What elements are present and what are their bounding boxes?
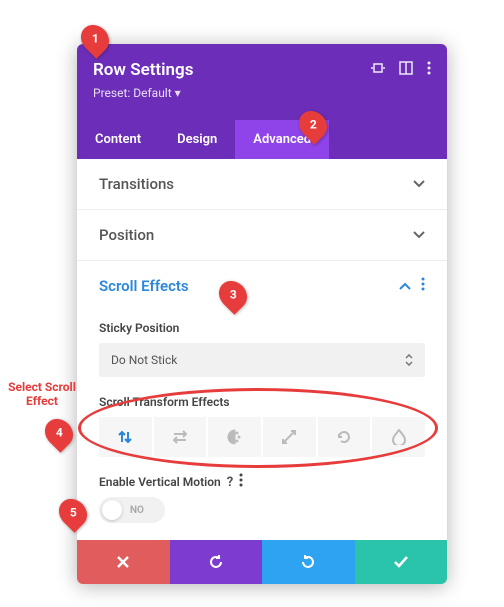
accordion-title: Transitions: [99, 175, 174, 193]
accordion-transitions: Transitions: [77, 159, 447, 210]
undo-button[interactable]: [170, 540, 263, 584]
label-sticky-position: Sticky Position: [99, 321, 425, 335]
annotation-label: Select Scroll Effect: [4, 380, 80, 409]
expand-icon[interactable]: [371, 61, 385, 79]
field-menu-icon[interactable]: [239, 473, 243, 491]
toggle-label: NO: [130, 505, 144, 516]
menu-dots-icon[interactable]: [427, 61, 431, 79]
layout-icon[interactable]: [399, 61, 413, 79]
accordion-scroll-effects: Scroll Effects Sticky Position Do Not St…: [77, 261, 447, 540]
tab-design[interactable]: Design: [159, 120, 235, 159]
tab-content[interactable]: Content: [77, 120, 159, 159]
label-transform-effects: Scroll Transform Effects: [99, 395, 425, 409]
chevron-up-icon: [399, 279, 411, 293]
enable-vertical-toggle[interactable]: NO: [99, 497, 165, 523]
panel-footer: [77, 540, 447, 584]
accordion-body: Sticky Position Do Not Stick Scroll Tran…: [77, 321, 447, 540]
accordion-head-scroll-effects[interactable]: Scroll Effects: [77, 261, 447, 311]
accordion-title: Scroll Effects: [99, 277, 189, 295]
help-icon[interactable]: ?: [227, 475, 233, 490]
panel-header: Row Settings Preset: Default ▾: [77, 44, 447, 120]
enable-vertical-row: Enable Vertical Motion ?: [99, 473, 425, 491]
sticky-position-dropdown[interactable]: Do Not Stick: [99, 343, 425, 377]
panel-body: Transitions Position Scroll Effects: [77, 159, 447, 540]
tab-bar: Content Design Advanced: [77, 120, 447, 159]
preset-selector[interactable]: Preset: Default ▾: [93, 86, 431, 120]
accordion-position: Position: [77, 210, 447, 261]
settings-panel: Row Settings Preset: Default ▾ Content D…: [77, 44, 447, 584]
annotation-marker-4: 4: [39, 413, 79, 453]
label-enable-vertical: Enable Vertical Motion: [99, 475, 221, 489]
save-button[interactable]: [355, 540, 448, 584]
dropdown-value: Do Not Stick: [111, 353, 177, 367]
effect-blur[interactable]: [372, 417, 425, 457]
dropdown-caret-icon: [405, 354, 413, 366]
effect-vertical-motion[interactable]: [99, 417, 154, 457]
accordion-head-position[interactable]: Position: [77, 210, 447, 260]
toggle-knob: [102, 500, 122, 520]
section-menu-icon[interactable]: [421, 277, 425, 295]
chevron-down-icon: [413, 177, 425, 191]
cancel-button[interactable]: [77, 540, 170, 584]
redo-button[interactable]: [262, 540, 355, 584]
accordion-title: Position: [99, 226, 154, 244]
accordion-head-transitions[interactable]: Transitions: [77, 159, 447, 209]
effect-rotate[interactable]: [318, 417, 373, 457]
effect-fade[interactable]: [208, 417, 263, 457]
effect-button-group: [99, 417, 425, 457]
chevron-down-icon: [413, 228, 425, 242]
effect-horizontal-motion[interactable]: [154, 417, 209, 457]
effect-scale[interactable]: [263, 417, 318, 457]
panel-title: Row Settings: [93, 60, 193, 80]
header-actions: [371, 61, 431, 79]
